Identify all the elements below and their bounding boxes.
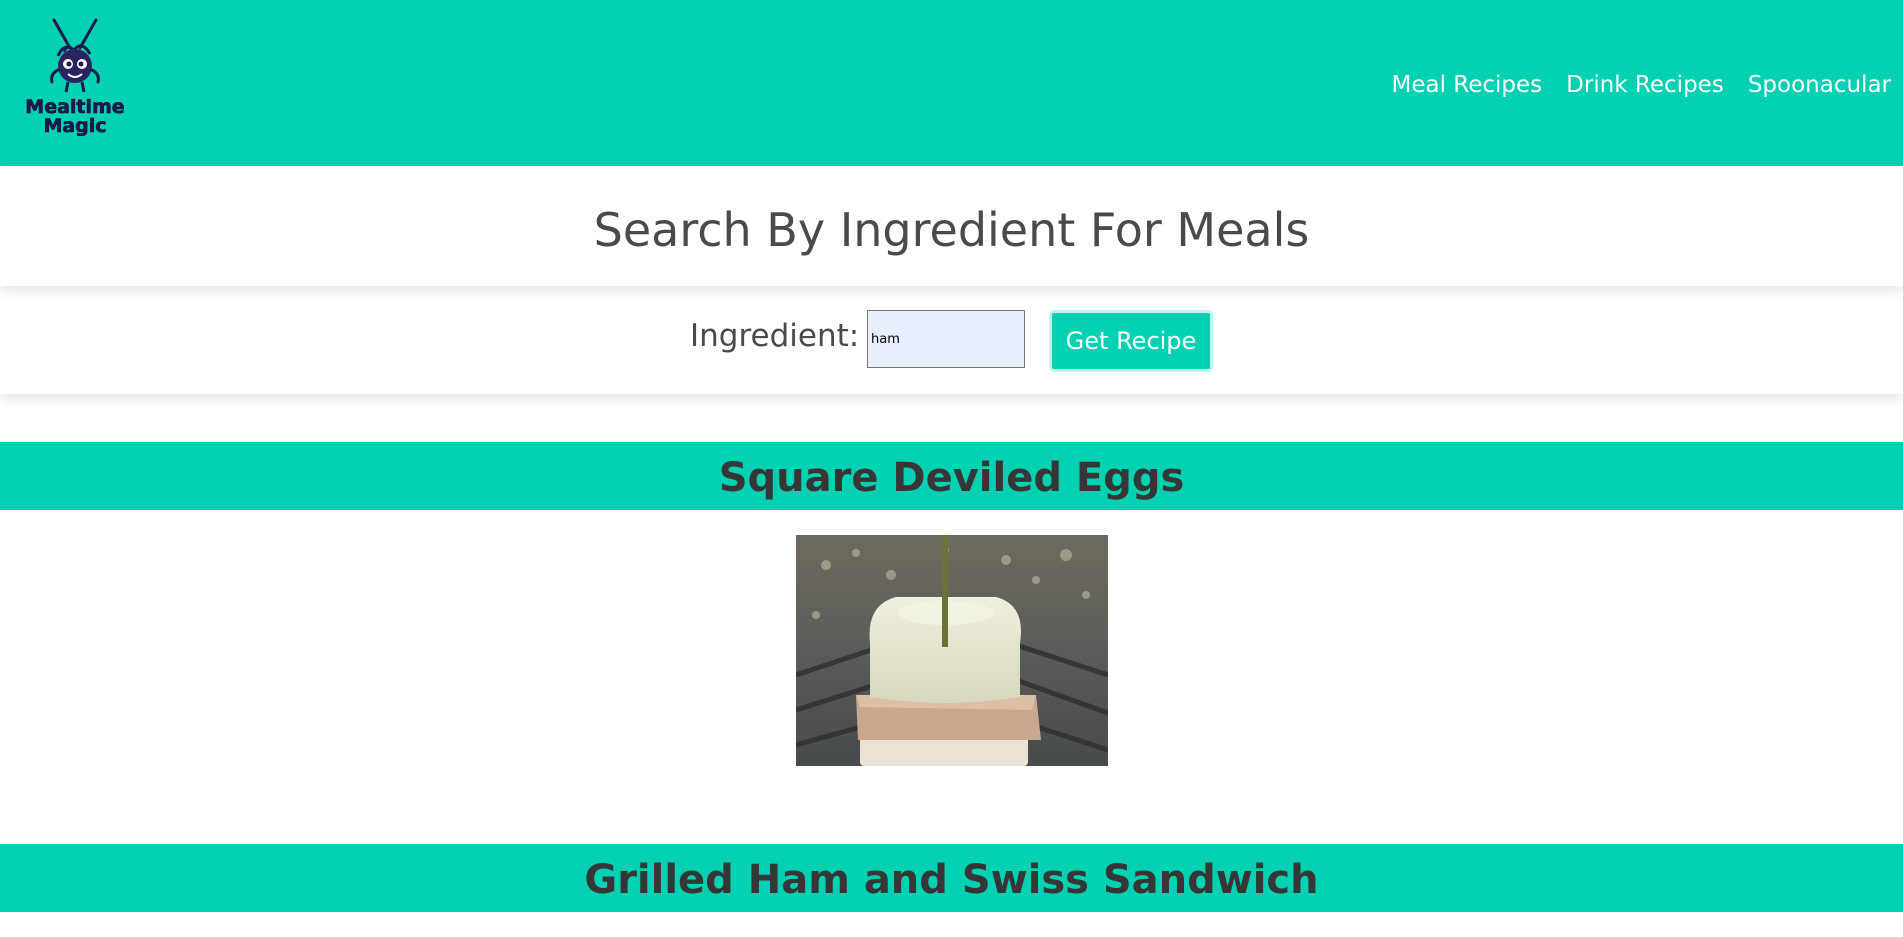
svg-text:Magic: Magic xyxy=(43,115,106,136)
recipe-title[interactable]: Grilled Ham and Swiss Sandwich xyxy=(0,844,1903,916)
ingredient-label: Ingredient: xyxy=(690,318,860,354)
recipe-header: Square Deviled Eggs xyxy=(0,442,1903,510)
ingredient-input[interactable] xyxy=(867,310,1025,368)
recipe-title[interactable]: Square Deviled Eggs xyxy=(0,442,1903,514)
title-box: Search By Ingredient For Meals xyxy=(0,166,1903,286)
nav-link-drink-recipes[interactable]: Drink Recipes xyxy=(1554,70,1736,100)
navbar: Mealtime Magic Meal Recipes Drink Recipe… xyxy=(0,0,1903,166)
get-recipe-button[interactable]: Get Recipe xyxy=(1049,310,1213,372)
mealtime-magic-logo[interactable]: Mealtime Magic xyxy=(20,18,130,136)
nav-link-meal-recipes[interactable]: Meal Recipes xyxy=(1380,70,1555,100)
recipe-header: Grilled Ham and Swiss Sandwich xyxy=(0,844,1903,912)
nav-link-spoonacular[interactable]: Spoonacular xyxy=(1736,70,1903,100)
page-title: Search By Ingredient For Meals xyxy=(593,203,1310,257)
nav-links: Meal Recipes Drink Recipes Spoonacular xyxy=(1380,70,1903,100)
recipe-image-square-deviled-eggs[interactable] xyxy=(796,535,1108,766)
search-form: Ingredient: Get Recipe xyxy=(0,286,1903,394)
